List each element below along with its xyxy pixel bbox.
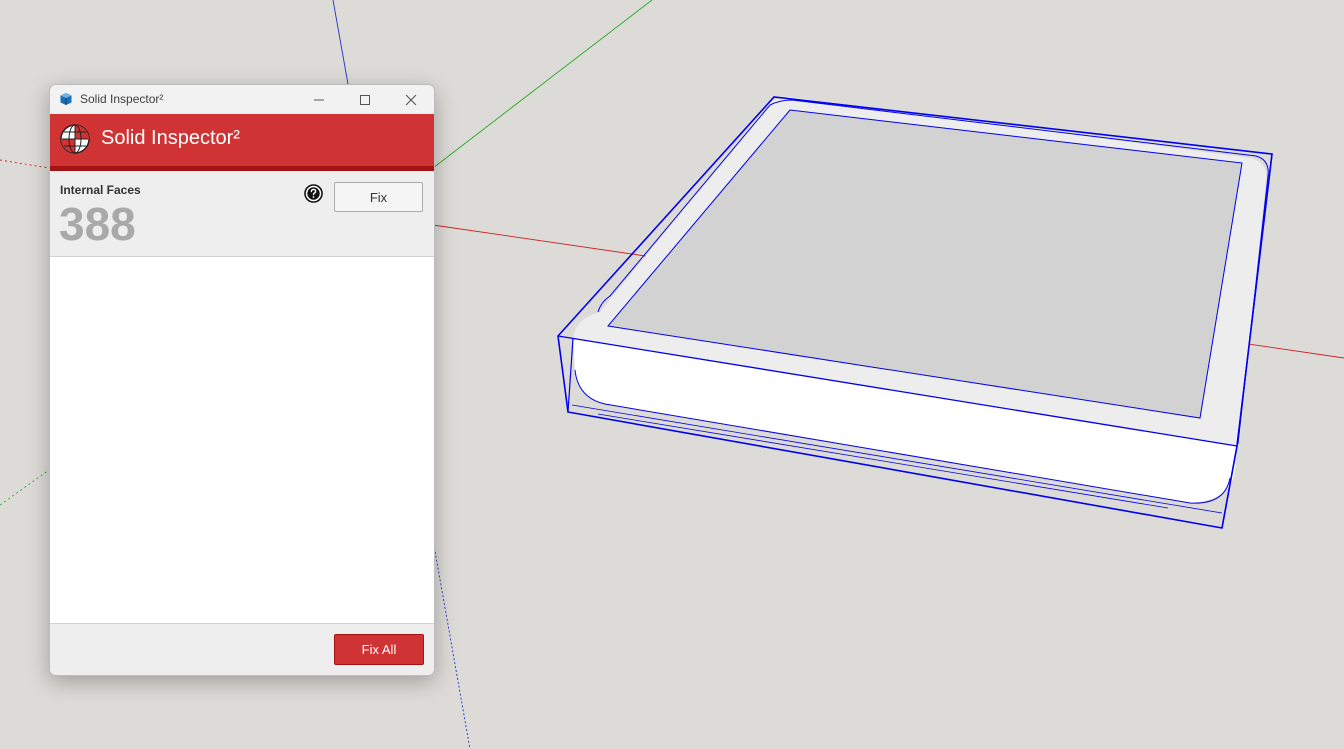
maximize-icon: [360, 94, 370, 105]
minimize-icon: [314, 99, 324, 100]
close-button[interactable]: [388, 85, 434, 114]
fix-all-button[interactable]: Fix All: [334, 634, 424, 665]
fix-button[interactable]: Fix: [334, 182, 423, 212]
header-title: Solid Inspector²: [101, 127, 240, 149]
maximize-button[interactable]: [342, 85, 388, 114]
window-title: Solid Inspector²: [80, 92, 164, 106]
close-icon: [405, 94, 417, 105]
app-icon: [60, 93, 72, 105]
help-icon[interactable]: [304, 184, 323, 203]
minimize-button[interactable]: [296, 85, 342, 114]
solid-inspector-dialog: Solid Inspector² Solid Inspector² Intern…: [49, 84, 435, 676]
issue-summary: Internal Faces 388 Fix: [50, 171, 434, 257]
issue-details-panel: [50, 257, 434, 623]
issue-label: Internal Faces: [60, 183, 141, 197]
globe-logo-icon: [60, 124, 90, 154]
dialog-footer: Fix All: [50, 623, 434, 675]
window-titlebar[interactable]: Solid Inspector²: [50, 85, 434, 114]
issue-count: 388: [59, 198, 136, 250]
header-banner: Solid Inspector²: [50, 114, 434, 171]
